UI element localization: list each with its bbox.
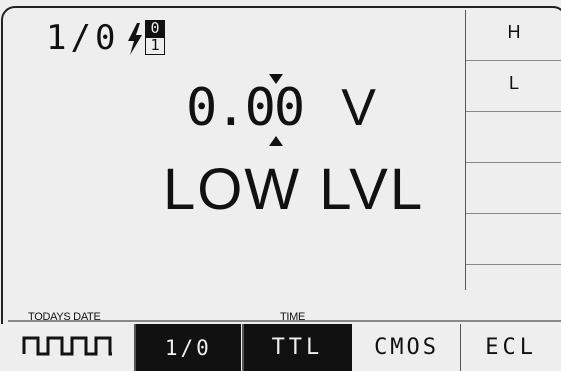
side-key-h[interactable]: H	[466, 10, 561, 61]
softkey-ecl[interactable]: ECL	[461, 324, 561, 371]
softkey-ttl[interactable]: TTL	[243, 324, 352, 371]
softkey-io[interactable]: 1/0	[135, 324, 242, 371]
softkey-cmos[interactable]: CMOS	[351, 324, 462, 371]
value-readout: 0.00 V	[186, 78, 376, 138]
softkey-bar: 1/0 TTL CMOS ECL	[0, 324, 561, 371]
bit-stack: 0 1	[145, 20, 165, 56]
decrement-arrow-icon[interactable]	[269, 136, 283, 146]
io-indicator: 1/0	[46, 18, 120, 58]
output-state-indicator: 0 1	[125, 20, 167, 56]
voltage-value[interactable]: 0.00	[186, 78, 305, 138]
bit-one: 1	[145, 37, 165, 55]
side-key-blank-3[interactable]	[466, 112, 561, 163]
side-key-blank-6[interactable]	[466, 265, 561, 316]
lightning-bolt-icon	[125, 22, 145, 56]
bit-zero: 0	[145, 20, 165, 37]
time-label: TIME	[280, 311, 306, 323]
side-key-l[interactable]: L	[466, 61, 561, 112]
voltage-unit: V	[341, 79, 376, 137]
softkey-waveform[interactable]	[0, 324, 136, 371]
softkey-separator	[134, 324, 136, 371]
side-menu: H L	[465, 10, 561, 290]
softkey-separator	[242, 324, 244, 371]
square-wave-icon	[22, 334, 114, 362]
parameter-name: LOW LVL	[163, 157, 425, 222]
side-key-blank-4[interactable]	[466, 163, 561, 214]
side-key-blank-5[interactable]	[466, 214, 561, 265]
instrument-screen: 1/0 0 1 0.00 V LOW LVL H L TODAYS DATE TI…	[0, 0, 561, 371]
date-label: TODAYS DATE	[28, 311, 101, 323]
